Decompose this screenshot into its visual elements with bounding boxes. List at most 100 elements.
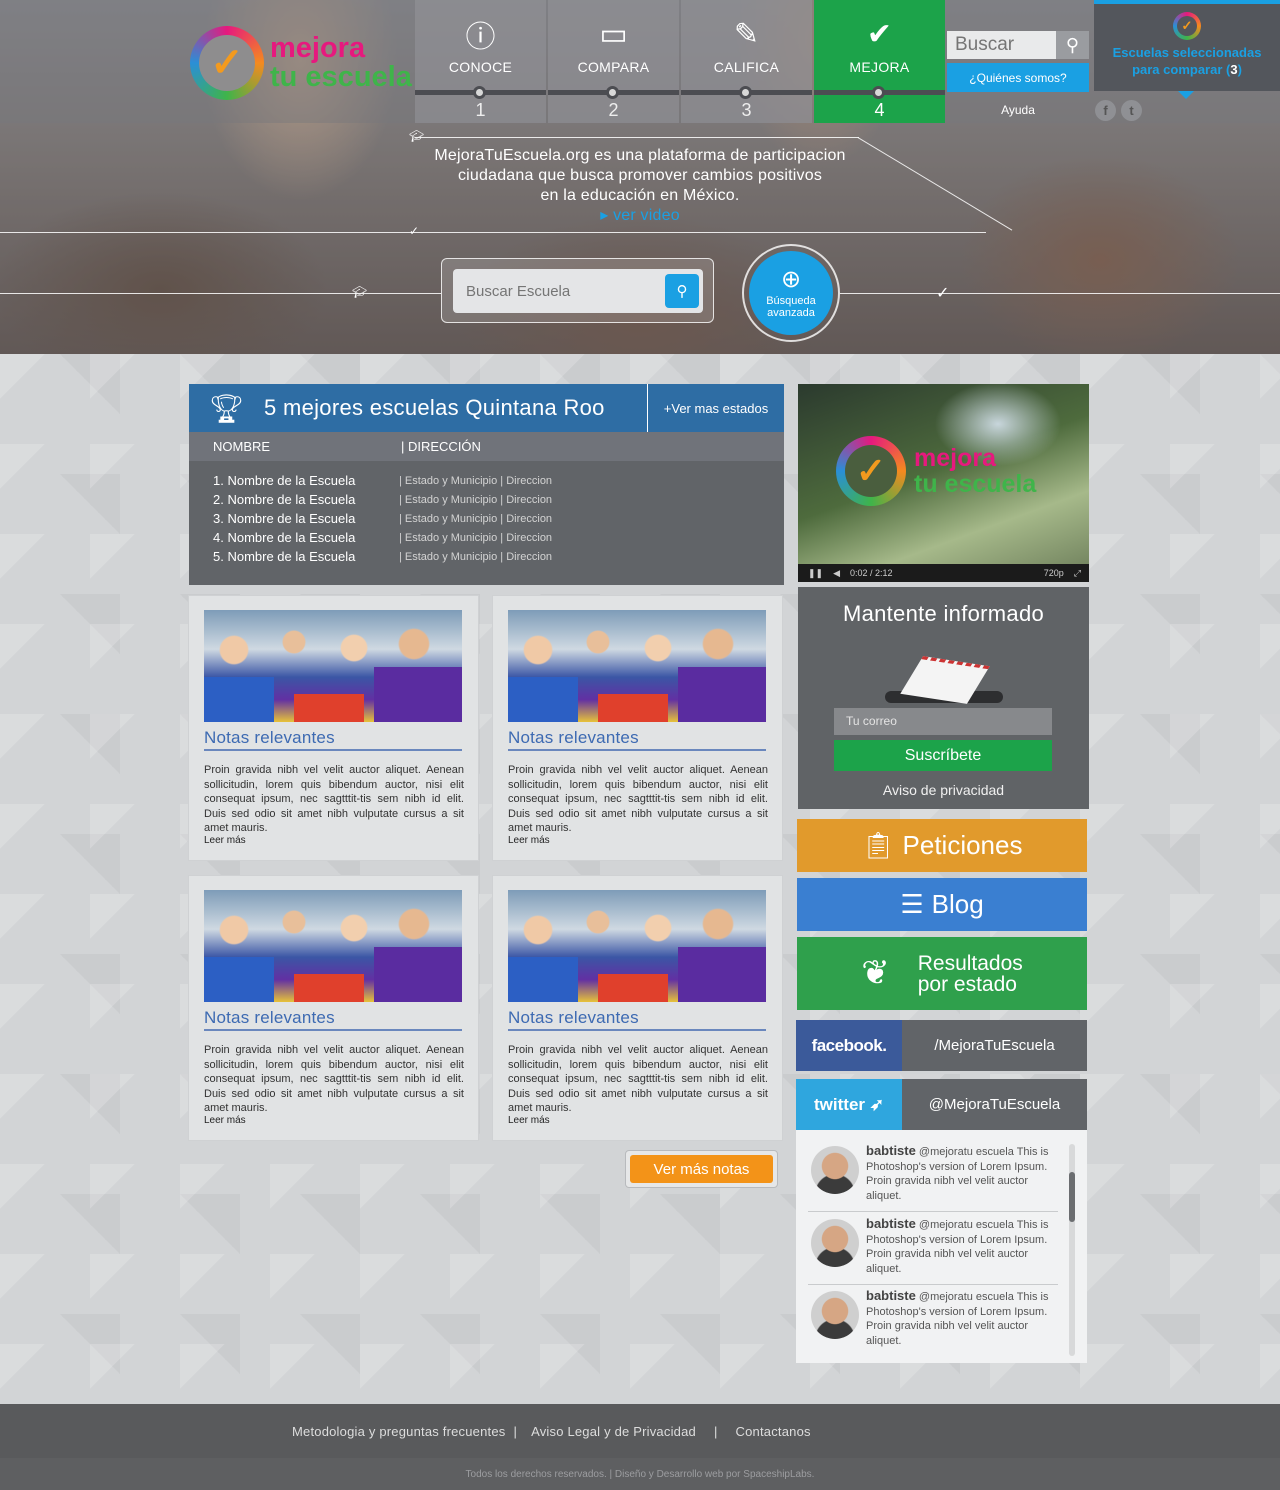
nav-label: COMPARA (577, 59, 650, 75)
ver-video-link[interactable]: ▸ ver video (410, 206, 870, 226)
classroom-photo[interactable] (508, 610, 766, 722)
step-dot (872, 86, 885, 99)
subscribe-button[interactable]: Suscríbete (834, 740, 1052, 771)
logo-check-icon: ✓ (836, 436, 906, 506)
mexico-map-icon: ❦ (861, 954, 890, 992)
email-field[interactable]: Tu correo (834, 708, 1052, 735)
twitter-bird-icon: ➶ (865, 1094, 884, 1114)
avatar (811, 1219, 859, 1267)
step-number: 3 (741, 100, 752, 120)
nav-conoce[interactable]: ⓘ CONOCE 1 (415, 0, 546, 123)
read-more-link[interactable]: Leer más (204, 835, 246, 846)
volume-icon[interactable]: ◀ (833, 568, 840, 579)
school-address: | Estado y Municipio | Direccion (399, 493, 553, 506)
site-logo[interactable]: ✓ mejora tu escuela (190, 26, 412, 100)
tagline-line-2: ciudadana que busca promover cambios pos… (457, 167, 823, 184)
step-nav: ⓘ CONOCE 1 ▭ COMPARA 2 ✎ CALIFICA 3 ✔ ME… (415, 0, 947, 123)
twitter-link[interactable]: twitter ➶ @MejoraTuEscuela (796, 1079, 1087, 1130)
video-quality[interactable]: 720p (1044, 568, 1064, 578)
footer-link-aviso[interactable]: Aviso Legal y de Privacidad (531, 1424, 696, 1439)
twitter-brand: twitter (814, 1094, 866, 1114)
classroom-photo[interactable] (508, 890, 766, 1002)
check-icon: ✓ (936, 285, 950, 302)
note-title[interactable]: Notas relevantes (508, 1008, 766, 1031)
blog-button[interactable]: ☰ Blog (797, 878, 1087, 931)
ayuda-link[interactable]: Ayuda (947, 96, 1089, 123)
note-text: Proin gravida nibh vel velit auctor aliq… (204, 1044, 464, 1114)
school-row[interactable]: 4. Nombre de la Escuela | Estado y Munici… (189, 528, 784, 547)
footer-separator: | (713, 1423, 718, 1439)
check-circle-icon: ✔ (866, 17, 893, 51)
ver-video-label: ver video (613, 207, 680, 224)
quienes-somos-button[interactable]: ¿Quiénes somos? (947, 63, 1089, 92)
list-icon: ☰ (900, 889, 924, 919)
social-top: f t (1095, 100, 1142, 121)
copyright: Todos los derechos reservados. | Diseño … (0, 1458, 1280, 1490)
twitter-logo: twitter ➶ (796, 1079, 902, 1130)
pause-icon[interactable]: ❚❚ (808, 568, 823, 579)
video-player[interactable]: ✓ mejora tu escuela ❚❚ ◀ 0:02 / 2:12 720… (798, 384, 1089, 582)
nav-califica[interactable]: ✎ CALIFICA 3 (681, 0, 812, 123)
logo-check-icon: ✓ (1173, 12, 1201, 40)
scrollbar-thumb[interactable] (1069, 1172, 1075, 1222)
note-title[interactable]: Notas relevantes (508, 728, 766, 751)
nav-label: CALIFICA (713, 59, 780, 75)
peticiones-button[interactable]: 📋︎ Peticiones (797, 819, 1087, 872)
search-icon[interactable]: ⚲ (1056, 31, 1089, 59)
read-more-link[interactable]: Leer más (204, 1115, 246, 1126)
advanced-search-button[interactable]: ⊕ Búsqueda avanzada (742, 244, 840, 342)
note-text: Proin gravida nibh vel velit auctor aliq… (508, 764, 768, 834)
tweet[interactable]: babtiste @mejoratu escuela This is Photo… (808, 1140, 1058, 1212)
note-card: Notas relevantes Proin gravida nibh vel … (492, 595, 783, 861)
school-search-input[interactable] (453, 269, 653, 313)
advanced-line-2: avanzada (767, 307, 815, 319)
note-title[interactable]: Notas relevantes (204, 1008, 462, 1031)
classroom-photo[interactable] (204, 890, 462, 1002)
school-row[interactable]: 1. Nombre de la Escuela | Estado y Munici… (189, 471, 784, 490)
envelope-icon (879, 651, 1009, 711)
tweet-scrollbar[interactable] (1069, 1144, 1075, 1356)
facebook-icon[interactable]: f (1095, 100, 1116, 121)
footer-link-contacto[interactable]: Contactanos (736, 1424, 811, 1439)
advanced-line-1: Búsqueda (766, 295, 816, 307)
school-address: | Estado y Municipio | Direccion (399, 512, 553, 525)
deco-line (415, 137, 859, 138)
peticiones-label: Peticiones (902, 830, 1023, 860)
note-title[interactable]: Notas relevantes (204, 728, 462, 751)
compare-panel[interactable]: ✓ Escuelas seleccionadas para comparar (… (1094, 0, 1280, 99)
nav-mejora[interactable]: ✔ MEJORA 4 (814, 0, 945, 123)
privacy-link[interactable]: Aviso de privacidad (798, 782, 1089, 798)
zoom-plus-icon: ⊕ (780, 266, 802, 293)
nav-label: CONOCE (448, 59, 513, 75)
classroom-photo[interactable] (204, 610, 462, 722)
nav-compara[interactable]: ▭ COMPARA 2 (548, 0, 679, 123)
more-notes-button[interactable]: Ver más notas (630, 1155, 773, 1183)
footer-link-metodologia[interactable]: Metodologia y preguntas frecuentes (292, 1424, 506, 1439)
twitter-icon[interactable]: t (1121, 100, 1142, 121)
more-states-link[interactable]: +Ver mas estados (647, 384, 784, 432)
note-card: Notas relevantes Proin gravida nibh vel … (492, 875, 783, 1141)
school-row[interactable]: 3. Nombre de la Escuela | Estado y Munici… (189, 509, 784, 528)
deco-line (0, 293, 441, 294)
school-row[interactable]: 5. Nombre de la Escuela | Estado y Munici… (189, 547, 784, 566)
search-icon[interactable]: ⚲ (665, 274, 699, 308)
logo-line-1: mejora (270, 32, 366, 64)
school-search: ⚲ (441, 258, 714, 323)
facebook-link[interactable]: facebook. /MejoraTuEscuela (796, 1020, 1087, 1071)
tweet[interactable]: babtiste @mejoratu escuela This is Photo… (808, 1213, 1058, 1285)
resultados-button[interactable]: ❦ Resultados por estado (797, 937, 1087, 1010)
pencil-icon: ✎ (733, 17, 760, 51)
school-name: 4. Nombre de la Escuela (213, 530, 356, 545)
tweet[interactable]: babtiste @mejoratu escuela This is Photo… (808, 1285, 1058, 1357)
top-search-input[interactable] (947, 31, 1057, 59)
compare-count: 3 (1230, 62, 1238, 77)
blog-label: Blog (931, 889, 984, 919)
school-address: | Estado y Municipio | Direccion (399, 531, 553, 544)
read-more-link[interactable]: Leer más (508, 835, 550, 846)
play-icon: ▸ (600, 207, 614, 224)
fullscreen-icon[interactable]: ⤢ (1074, 568, 1081, 579)
school-name: 3. Nombre de la Escuela (213, 511, 356, 526)
school-row[interactable]: 2. Nombre de la Escuela | Estado y Munici… (189, 490, 784, 509)
read-more-link[interactable]: Leer más (508, 1115, 550, 1126)
facebook-logo: facebook. (796, 1020, 902, 1071)
